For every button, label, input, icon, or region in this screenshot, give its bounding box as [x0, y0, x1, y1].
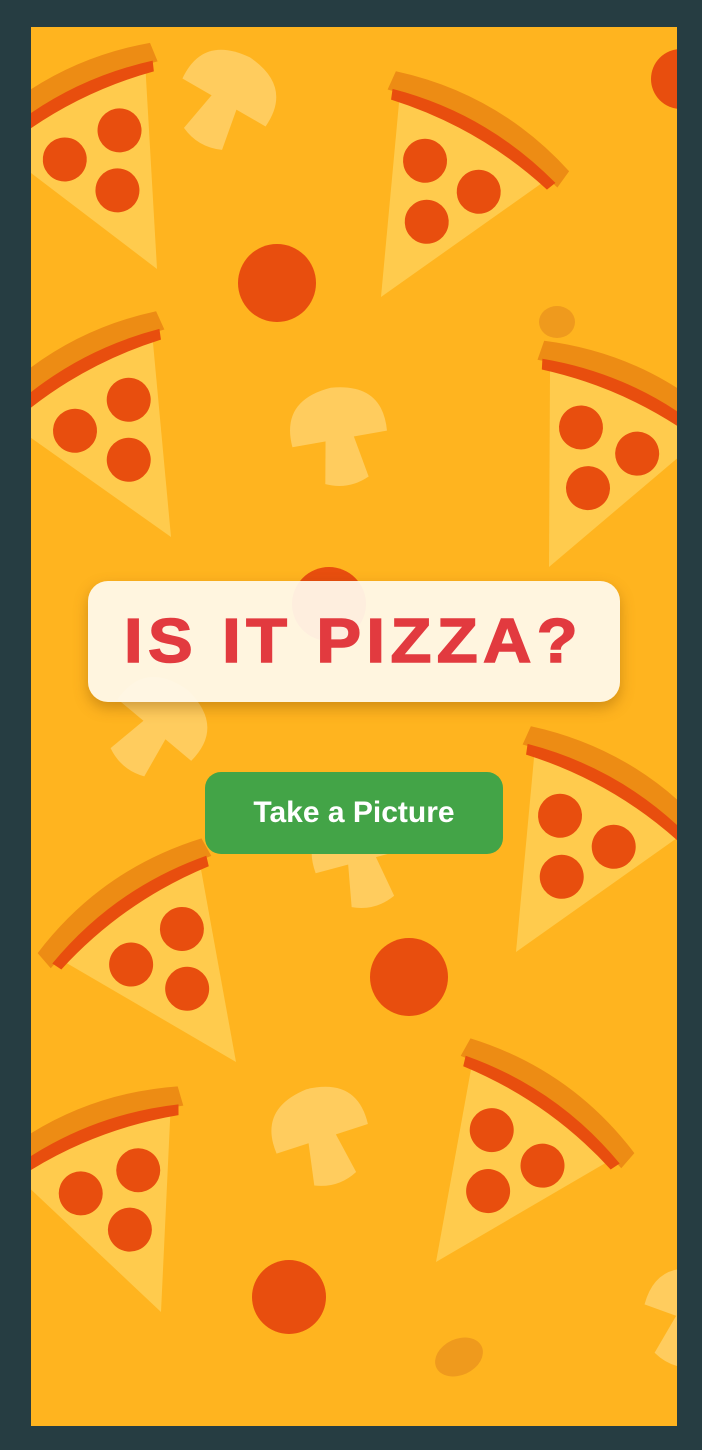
pizza-slice-icon	[31, 297, 258, 587]
pizza-slice-icon	[429, 712, 677, 1002]
app-title: IS IT PIZZA?	[124, 606, 584, 677]
pepperoni-icon	[435, 1337, 483, 1377]
mushroom-icon	[283, 379, 396, 494]
pizza-slice-icon	[458, 326, 677, 610]
app-screen: IS IT PIZZA? Take a Picture	[31, 27, 677, 1426]
title-card: IS IT PIZZA?	[88, 581, 620, 702]
pizza-slice-icon	[31, 1071, 254, 1350]
pepperoni-icon	[370, 938, 448, 1016]
take-picture-button[interactable]: Take a Picture	[205, 772, 503, 854]
pizza-slice-icon	[31, 825, 318, 1120]
mushroom-icon	[628, 1255, 677, 1382]
mushroom-icon	[158, 33, 292, 168]
pepperoni-icon	[252, 1260, 326, 1334]
pepperoni-icon	[651, 49, 677, 109]
pepperoni-icon	[238, 244, 316, 322]
mushroom-icon	[260, 1074, 383, 1199]
pizza-slice-icon	[294, 57, 578, 347]
pizza-pattern-background	[31, 28, 677, 1382]
take-picture-label: Take a Picture	[253, 796, 455, 829]
pizza-slice-icon	[354, 1025, 644, 1320]
pepperoni-icon	[539, 306, 575, 338]
